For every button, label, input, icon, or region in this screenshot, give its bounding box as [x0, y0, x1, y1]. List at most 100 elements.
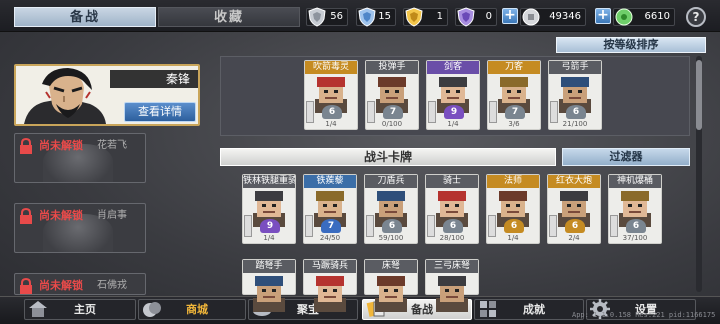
unit-card-count: 3/6 [508, 120, 520, 128]
purple-shield-counter: 0 [455, 7, 497, 27]
unit-card[interactable]: 法师 6 1/4 [486, 174, 540, 244]
tab-formation[interactable]: 备战 [14, 7, 156, 27]
unit-card-name: 剑客 [427, 61, 479, 74]
unit-card[interactable]: 刀盾兵 6 59/100 [364, 174, 418, 244]
unit-card-count: 28/100 [439, 234, 465, 242]
filter-button[interactable]: 过滤器 [562, 148, 690, 166]
unit-card-count: 0/100 [381, 120, 403, 128]
unit-portrait [249, 274, 289, 312]
unit-card-name: 神机爆桶 [609, 175, 661, 188]
unit-card-count: 2/4 [568, 234, 580, 242]
lock-icon [20, 208, 32, 224]
add-coins-button[interactable]: + [502, 8, 518, 24]
unit-card[interactable]: 踏弩手 [242, 259, 296, 312]
unit-card[interactable]: 三弓床弩 [425, 259, 479, 312]
nav-achievement[interactable]: 成就 [474, 299, 584, 320]
coin-icon [522, 8, 540, 26]
locked-slot-3[interactable]: 尚未解锁 石佛戎 [14, 273, 146, 295]
unit-card[interactable]: 弓箭手 6 21/100 [548, 60, 602, 130]
gold-shield-icon [405, 7, 423, 27]
locked-hero-name: 花若飞 [97, 140, 127, 151]
unit-level-badge: 6 [443, 219, 463, 233]
hero-card[interactable]: 秦锋 查看详情 [14, 64, 200, 126]
unit-card[interactable]: 刀客 7 3/6 [487, 60, 541, 130]
unit-card-name: 弓箭手 [549, 61, 601, 74]
unit-card[interactable]: 投弹手 7 0/100 [365, 60, 419, 130]
unit-card-count: 37/100 [622, 234, 648, 242]
silver-shield-value: 56 [330, 11, 343, 22]
unit-card-name: 踏弩手 [243, 260, 295, 273]
unit-portrait [310, 274, 350, 312]
unit-card[interactable]: 铁林铁腿重骑兵 91/4 [242, 174, 296, 244]
sort-by-level-button[interactable]: 按等级排序 [556, 37, 706, 53]
battle-cards-header: 战斗卡牌 [220, 148, 556, 166]
unit-card[interactable]: 马蹶骑兵 [303, 259, 357, 312]
nav-shop[interactable]: 商城 [138, 299, 246, 320]
achievement-grid-icon [480, 301, 496, 317]
locked-label: 尚未解锁 [39, 279, 83, 292]
unit-card[interactable]: 床弩 [364, 259, 418, 312]
unit-portrait [371, 274, 411, 312]
unit-card-count: 1/4 [447, 120, 459, 128]
unit-card[interactable]: 铁蒺藜 7 24/50 [303, 174, 357, 244]
locked-label: 尚未解锁 [39, 209, 83, 222]
unit-card[interactable]: 剑客 9 1/4 [426, 60, 480, 130]
unit-card-count: 59/100 [378, 234, 404, 242]
add-gems-button[interactable]: + [595, 8, 611, 24]
unit-card-name: 刀盾兵 [365, 175, 417, 188]
locked-label: 尚未解锁 [39, 139, 83, 152]
gem-value: 6610 [644, 11, 670, 22]
lock-icon [20, 138, 32, 154]
locked-slot-1[interactable]: 尚未解锁 花若飞 [14, 133, 146, 183]
unit-card-count: 21/100 [562, 120, 588, 128]
unit-card-count: 1/4 [507, 234, 519, 242]
unit-level-badge: 6 [382, 219, 402, 233]
unit-card[interactable]: 骑士 6 28/100 [425, 174, 479, 244]
unit-level-badge: 9 [260, 219, 280, 233]
hero-portrait [24, 68, 106, 124]
tab-collection[interactable]: 收藏 [158, 7, 300, 27]
unit-card-name: 铁林铁腿重骑兵 [243, 175, 295, 188]
unit-card-name: 法师 [487, 175, 539, 188]
unit-card-count: 1/4 [263, 234, 275, 242]
unit-level-badge: 6 [565, 219, 585, 233]
unit-level-badge: 7 [321, 219, 341, 233]
coin-counter: 49346 [520, 8, 586, 26]
unit-level-badge: 9 [444, 105, 464, 119]
unit-level-badge: 7 [505, 105, 525, 119]
unit-card-name: 铁蒺藜 [304, 175, 356, 188]
purple-shield-icon [457, 7, 475, 27]
gold-shield-counter: 1 [403, 7, 448, 27]
locked-hero-name: 肖启事 [97, 210, 127, 221]
purple-shield-value: 0 [485, 11, 492, 22]
hero-name: 秦锋 [110, 70, 198, 88]
blue-shield-counter: 15 [356, 7, 396, 27]
jade-gem-icon [615, 8, 633, 26]
unit-card[interactable]: 红衣大炮 6 2/4 [547, 174, 601, 244]
unit-card-name: 红衣大炮 [548, 175, 600, 188]
unit-level-badge: 6 [504, 219, 524, 233]
locked-hero-name: 石佛戎 [97, 280, 127, 291]
unit-level-badge: 6 [322, 105, 342, 119]
gold-shield-value: 1 [436, 11, 443, 22]
nav-home[interactable]: 主页 [24, 299, 136, 320]
view-details-button[interactable]: 查看详情 [124, 102, 196, 122]
lock-icon [20, 278, 32, 294]
unit-card-name: 刀客 [488, 61, 540, 74]
game-screen: 备战 收藏 56 15 1 0 + 49346 + 6610 ? 秦锋 查看详情… [0, 0, 720, 324]
unit-card-count: 1/4 [325, 120, 337, 128]
home-icon [29, 301, 47, 317]
locked-slot-2[interactable]: 尚未解锁 肖启事 [14, 203, 146, 253]
unit-card[interactable]: 神机爆桶 6 37/100 [608, 174, 662, 244]
unit-card[interactable]: 吹箭毒灵 6 1/4 [304, 60, 358, 130]
coin-value: 49346 [549, 11, 581, 22]
unit-portrait [432, 274, 472, 312]
unit-card-name: 吹箭毒灵 [305, 61, 357, 74]
silver-shield-counter: 56 [306, 7, 348, 27]
help-button[interactable]: ? [686, 7, 706, 27]
unit-level-badge: 6 [566, 105, 586, 119]
unit-level-badge: 6 [626, 219, 646, 233]
version-text: App: 1.1.0.158 Res:221 pid:1166175 [572, 311, 716, 319]
unit-card-name: 床弩 [365, 260, 417, 273]
scrollbar-thumb[interactable] [696, 60, 702, 130]
